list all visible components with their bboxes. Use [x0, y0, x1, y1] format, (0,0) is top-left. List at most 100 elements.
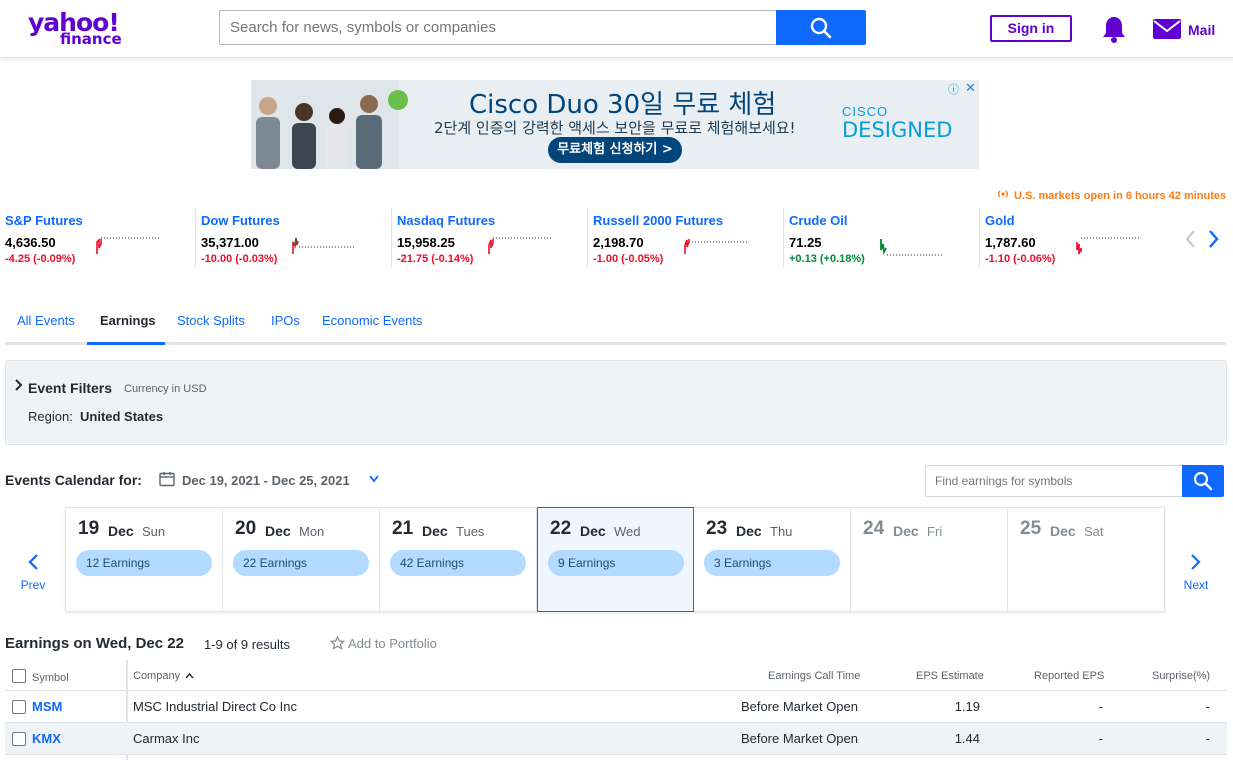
star-icon: [329, 635, 346, 650]
table-row[interactable]: KMX Carmax Inc Before Market Open 1.44 -…: [5, 723, 1227, 755]
row-checkbox[interactable]: [12, 732, 26, 746]
day-number: 23: [706, 518, 728, 539]
ad-subtitle: 2단계 인증의 강력한 액세스 보안을 무료로 체험해보세요!: [434, 119, 796, 137]
ticker-russell-futures[interactable]: Russell 2000 Futures 2,198.70 -1.00 (-0.…: [588, 208, 784, 268]
day-weekday: Wed: [614, 524, 641, 539]
next-week-button[interactable]: Next: [1171, 553, 1221, 592]
day-number: 20: [235, 518, 257, 539]
table-row[interactable]: MSM MSC Industrial Direct Co Inc Before …: [5, 691, 1227, 723]
ticker-name[interactable]: S&P Futures: [5, 213, 83, 228]
search-button[interactable]: [776, 10, 866, 45]
earnings-table: Symbol Company Earnings Call Time EPS Es…: [5, 660, 1227, 760]
search-input[interactable]: [219, 10, 777, 45]
tab-all-events[interactable]: All Events: [17, 313, 75, 328]
yahoo-finance-logo[interactable]: yahoo! finance: [28, 8, 123, 48]
tab-stock-splits[interactable]: Stock Splits: [177, 313, 245, 328]
chevron-down-icon[interactable]: [368, 471, 380, 487]
header-eps-estimate[interactable]: EPS Estimate: [916, 670, 984, 682]
day-cell[interactable]: 20 Dec Mon 22 Earnings: [223, 508, 380, 611]
sparkline-chart: [96, 237, 159, 254]
surprise: -: [1205, 699, 1210, 714]
header-call-time[interactable]: Earnings Call Time: [768, 670, 860, 682]
earnings-count-pill[interactable]: 12 Earnings: [76, 550, 212, 576]
day-cell[interactable]: 21 Dec Tues 42 Earnings: [380, 508, 537, 611]
row-checkbox[interactable]: [12, 700, 26, 714]
logo-finance-text: finance: [60, 30, 122, 48]
prev-label: Prev: [20, 578, 46, 592]
results-count: 1-9 of 9 results: [204, 637, 290, 652]
earnings-count-pill[interactable]: 42 Earnings: [390, 550, 526, 576]
header-company-label: Company: [133, 670, 181, 682]
tab-ipos[interactable]: IPOs: [271, 313, 300, 328]
ticker-price: 4,636.50: [5, 235, 56, 250]
event-filters-toggle[interactable]: Event Filters: [28, 380, 112, 396]
ticker-name[interactable]: Russell 2000 Futures: [593, 213, 723, 228]
day-cell[interactable]: 24 Dec Fri: [851, 508, 1008, 611]
header-symbol[interactable]: Symbol: [32, 672, 69, 684]
day-weekday: Mon: [299, 524, 325, 539]
currency-note: Currency in USD: [124, 383, 207, 395]
earnings-count-pill[interactable]: 9 Earnings: [548, 550, 684, 576]
ticker-gold[interactable]: Gold 1,787.60 -1.10 (-0.06%): [980, 208, 1176, 268]
reported-eps: -: [1098, 699, 1103, 714]
sparkline-chart: [488, 237, 551, 254]
tab-earnings[interactable]: Earnings: [100, 313, 156, 328]
ticker-name[interactable]: Dow Futures: [201, 213, 280, 228]
sparkline-chart: [292, 237, 355, 254]
sign-in-button[interactable]: Sign in: [990, 15, 1072, 42]
ad-close-icon[interactable]: ✕: [965, 80, 976, 96]
next-label: Next: [1183, 578, 1209, 592]
ticker-nasdaq-futures[interactable]: Nasdaq Futures 15,958.25 -21.75 (-0.14%): [392, 208, 588, 268]
day-cell[interactable]: 23 Dec Thu 3 Earnings: [694, 508, 851, 611]
add-to-portfolio-button[interactable]: Add to Portfolio: [329, 635, 437, 651]
ticker-next-icon[interactable]: [1207, 228, 1221, 250]
ticker-name[interactable]: Crude Oil: [789, 213, 848, 228]
header-company[interactable]: Company: [133, 670, 194, 682]
select-all-checkbox[interactable]: [12, 669, 26, 683]
reported-eps: -: [1098, 731, 1103, 746]
ticker-price: 35,371.00: [201, 235, 259, 250]
day-cell[interactable]: 19 Dec Sun 12 Earnings: [66, 508, 223, 611]
symbol-link[interactable]: MSM: [32, 699, 62, 714]
day-number: 21: [392, 518, 414, 539]
mail-link[interactable]: Mail: [1188, 22, 1215, 38]
event-tabs: All Events Earnings Stock Splits IPOs Ec…: [5, 305, 1226, 345]
search-icon: [810, 17, 832, 39]
ticker-change: -1.00 (-0.05%): [593, 253, 664, 265]
ticker-dow-futures[interactable]: Dow Futures 35,371.00 -10.00 (-0.03%): [196, 208, 392, 268]
earnings-count-pill[interactable]: 3 Earnings: [704, 550, 840, 576]
ticker-name[interactable]: Gold: [985, 213, 1015, 228]
day-weekday: Sun: [142, 524, 166, 539]
symbol-link[interactable]: KMX: [32, 731, 61, 746]
advertisement-banner[interactable]: Cisco Duo 30일 무료 체험 2단계 인증의 강력한 액세스 보안을 …: [251, 80, 979, 169]
ticker-change: +0.13 (+0.18%): [789, 253, 865, 265]
bell-icon[interactable]: [1101, 15, 1127, 43]
tab-economic-events[interactable]: Economic Events: [322, 313, 422, 328]
ticker-prev-icon[interactable]: [1183, 228, 1197, 250]
find-earnings-button[interactable]: [1182, 465, 1224, 497]
prev-week-button[interactable]: Prev: [8, 553, 58, 592]
ad-cta-button[interactable]: 무료체험 신청하기 >: [548, 137, 682, 163]
market-status-text: U.S. markets open in 6 hours 42 minutes: [1014, 190, 1227, 202]
header-surprise[interactable]: Surprise(%): [1152, 670, 1210, 682]
ticker-sp-futures[interactable]: S&P Futures 4,636.50 -4.25 (-0.09%): [0, 208, 196, 268]
ticker-crude-oil[interactable]: Crude Oil 71.25 +0.13 (+0.18%): [784, 208, 980, 268]
find-earnings-input[interactable]: [925, 465, 1183, 497]
header-reported-eps[interactable]: Reported EPS: [1034, 670, 1104, 682]
ad-people-image: [251, 80, 399, 169]
day-cell-selected[interactable]: 22 Dec Wed 9 Earnings: [537, 507, 694, 612]
company-name: MSC Industrial Direct Co Inc: [133, 699, 297, 714]
day-month: Dec: [422, 523, 448, 539]
day-cell[interactable]: 25 Dec Sat: [1008, 508, 1165, 611]
calendar-icon[interactable]: [159, 471, 175, 487]
date-range-selector[interactable]: Dec 19, 2021 - Dec 25, 2021: [182, 473, 350, 488]
mail-icon[interactable]: [1153, 19, 1181, 39]
region-value: United States: [80, 409, 164, 424]
ad-info-icon[interactable]: ⓘ: [948, 81, 959, 97]
chevron-right-icon[interactable]: [15, 379, 23, 391]
earnings-count-pill[interactable]: 22 Earnings: [233, 550, 369, 576]
ticker-name[interactable]: Nasdaq Futures: [397, 213, 495, 228]
ad-brand-line2: DESIGNED: [842, 118, 953, 142]
day-month: Dec: [893, 523, 919, 539]
ticker-change: -4.25 (-0.09%): [5, 253, 76, 265]
